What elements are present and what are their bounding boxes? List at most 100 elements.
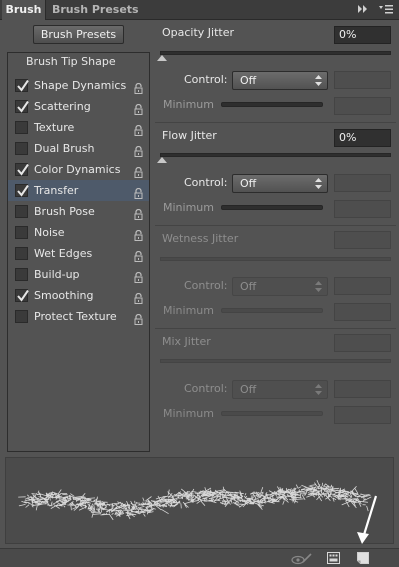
list-item-scattering[interactable]: Scattering (8, 96, 149, 117)
list-item-smoothing[interactable]: Smoothing (8, 285, 149, 306)
tab-brush[interactable]: Brush (2, 0, 46, 20)
lock-icon[interactable] (134, 80, 143, 94)
mix-minimum-label: Minimum (163, 407, 214, 420)
mix-jitter-label: Mix Jitter (162, 335, 211, 348)
list-item-label: Transfer (34, 184, 79, 197)
list-item-label: Brush Pose (34, 205, 95, 218)
checkbox[interactable] (15, 289, 29, 302)
flow-jitter-field[interactable]: 0% (334, 129, 391, 147)
lock-icon[interactable] (134, 311, 143, 325)
section-divider (155, 122, 396, 123)
panel-footer (0, 548, 399, 567)
mix-control-value: Off (240, 383, 257, 396)
create-new-preset-icon[interactable] (357, 552, 369, 567)
tab-bar: Brush Brush Presets (0, 0, 399, 20)
updown-arrows-icon (315, 384, 322, 395)
list-item-label: Wet Edges (34, 247, 93, 260)
brush-tip-shape-item[interactable]: Brush Tip Shape (8, 53, 149, 71)
opacity-jitter-slider[interactable] (157, 51, 391, 61)
checkbox[interactable] (15, 79, 29, 92)
list-item-label: Texture (34, 121, 75, 134)
section-divider (155, 225, 396, 226)
flow-control-extra-field (334, 174, 391, 192)
list-item-label: Build-up (34, 268, 80, 281)
wetness-control-label: Control: (184, 279, 228, 292)
lock-icon[interactable] (134, 248, 143, 262)
flow-jitter-slider[interactable] (157, 153, 391, 163)
list-item-brush-pose[interactable]: Brush Pose (8, 201, 149, 222)
lock-icon[interactable] (134, 269, 143, 283)
list-item-wet-edges[interactable]: Wet Edges (8, 243, 149, 264)
wetness-minimum-slider (221, 308, 323, 313)
opacity-minimum-slider[interactable] (221, 102, 323, 107)
flow-jitter-label: Flow Jitter (162, 129, 217, 142)
list-item-label: Scattering (34, 100, 91, 113)
grid-panel-icon[interactable] (327, 552, 340, 567)
checkbox[interactable] (15, 184, 29, 197)
checkbox[interactable] (15, 247, 28, 260)
updown-arrows-icon (315, 75, 322, 86)
opacity-jitter-field[interactable]: 0% (334, 26, 391, 44)
opacity-minimum-label: Minimum (163, 98, 214, 111)
slider-thumb[interactable] (157, 55, 167, 61)
brush-stroke-preview (5, 457, 394, 544)
opacity-control-value: Off (240, 74, 257, 87)
brush-stroke-image (18, 480, 372, 521)
wetness-jitter-field (334, 231, 391, 249)
mix-jitter-field (334, 334, 391, 352)
lock-icon[interactable] (134, 227, 143, 241)
tab-brush-presets[interactable]: Brush Presets (52, 0, 139, 20)
wetness-control-extra-field (334, 277, 391, 295)
flow-minimum-label: Minimum (163, 201, 214, 214)
lock-icon[interactable] (134, 122, 143, 136)
eye-brush-toggle-icon[interactable] (291, 552, 313, 567)
brush-presets-button[interactable]: Brush Presets (33, 25, 124, 44)
checkbox[interactable] (15, 121, 28, 134)
list-item-color-dynamics[interactable]: Color Dynamics (8, 159, 149, 180)
lock-icon[interactable] (134, 101, 143, 115)
updown-arrows-icon (315, 178, 322, 189)
lock-icon[interactable] (134, 185, 143, 199)
list-item-texture[interactable]: Texture (8, 117, 149, 138)
list-item-shape-dynamics[interactable]: Shape Dynamics (8, 75, 149, 96)
flow-control-select[interactable]: Off (232, 174, 328, 193)
lock-icon[interactable] (134, 164, 143, 178)
list-item-label: Protect Texture (34, 310, 117, 323)
panel-menu-icon[interactable] (379, 4, 393, 16)
wetness-control-select: Off (232, 277, 328, 296)
checkbox[interactable] (15, 142, 28, 155)
lock-icon[interactable] (134, 143, 143, 157)
checkbox[interactable] (15, 100, 29, 113)
flow-minimum-field[interactable] (334, 200, 391, 218)
brush-settings-list: Brush Tip Shape Shape Dynamics Scattering… (7, 52, 150, 452)
slider-thumb[interactable] (157, 157, 167, 163)
flow-minimum-slider[interactable] (221, 205, 323, 210)
wetness-minimum-field (334, 303, 391, 321)
opacity-minimum-field[interactable] (334, 97, 391, 115)
checkbox[interactable] (15, 268, 28, 281)
mix-control-label: Control: (184, 382, 228, 395)
checkbox[interactable] (15, 226, 28, 239)
mix-minimum-slider (221, 411, 323, 416)
opacity-jitter-label: Opacity Jitter (162, 26, 235, 39)
list-item-transfer[interactable]: Transfer (8, 180, 149, 201)
list-item-dual-brush[interactable]: Dual Brush (8, 138, 149, 159)
lock-icon[interactable] (134, 206, 143, 220)
list-item-protect-texture[interactable]: Protect Texture (8, 306, 149, 327)
opacity-control-select[interactable]: Off (232, 71, 328, 90)
lock-icon[interactable] (134, 290, 143, 304)
list-item-build-up[interactable]: Build-up (8, 264, 149, 285)
checkbox[interactable] (15, 310, 28, 323)
mix-jitter-slider (160, 359, 391, 363)
wetness-control-value: Off (240, 280, 257, 293)
list-item-noise[interactable]: Noise (8, 222, 149, 243)
flow-control-label: Control: (184, 176, 228, 189)
wetness-jitter-slider (160, 257, 391, 261)
mix-minimum-field (334, 406, 391, 424)
checkbox[interactable] (15, 205, 28, 218)
checkbox[interactable] (15, 163, 29, 176)
list-item-label: Dual Brush (34, 142, 95, 155)
opacity-control-label: Control: (184, 73, 228, 86)
section-divider (155, 328, 396, 329)
double-arrow-menu-icon[interactable] (357, 4, 369, 16)
